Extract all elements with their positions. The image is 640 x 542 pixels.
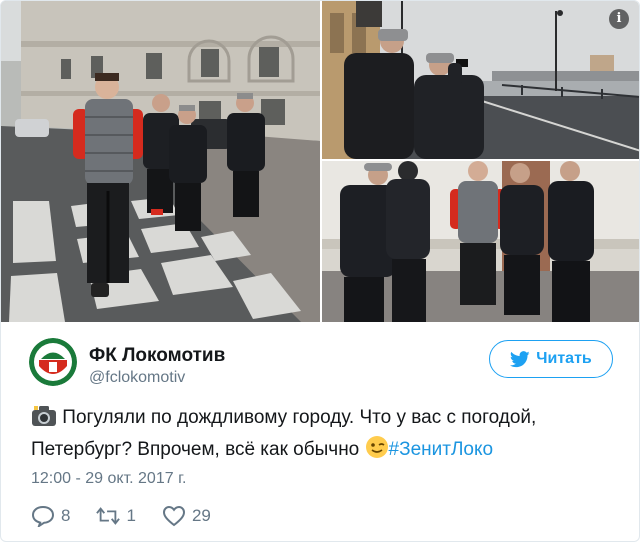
display-name[interactable]: ФК Локомотив [89,345,225,367]
retweet-count: 1 [126,506,136,525]
user-handle[interactable]: @fclokomotiv [89,369,185,387]
wink-emoji-icon [365,435,389,467]
retweet-icon [96,507,121,525]
follow-button[interactable]: Читать [489,340,613,378]
heart-icon [162,505,185,527]
tweet-card: i ФК Локомотив @fclokomotiv Читать Погул… [0,0,640,542]
media-photo-3[interactable] [322,161,639,322]
retweet-button[interactable]: 1 [96,505,136,527]
reply-count: 8 [61,506,71,525]
action-bar: 8 1 29 [31,503,237,529]
media-grid: i [1,1,639,322]
reply-button[interactable]: 8 [31,505,70,527]
reply-icon [31,505,55,527]
twitter-bird-icon [510,350,530,367]
follow-button-label: Читать [536,350,592,367]
media-photo-2[interactable] [322,1,639,159]
media-photo-1[interactable] [1,1,320,322]
like-count: 29 [191,506,211,525]
tweet-text: Погуляли по дождливому городу. Что у вас… [31,405,621,467]
timestamp[interactable]: 12:00 - 29 окт. 2017 г. [31,470,186,488]
avatar[interactable] [29,338,77,386]
camera-emoji-icon [31,405,57,435]
info-icon[interactable]: i [609,9,629,29]
hashtag-link[interactable]: #ЗенитЛоко [389,439,494,460]
like-button[interactable]: 29 [162,505,211,527]
